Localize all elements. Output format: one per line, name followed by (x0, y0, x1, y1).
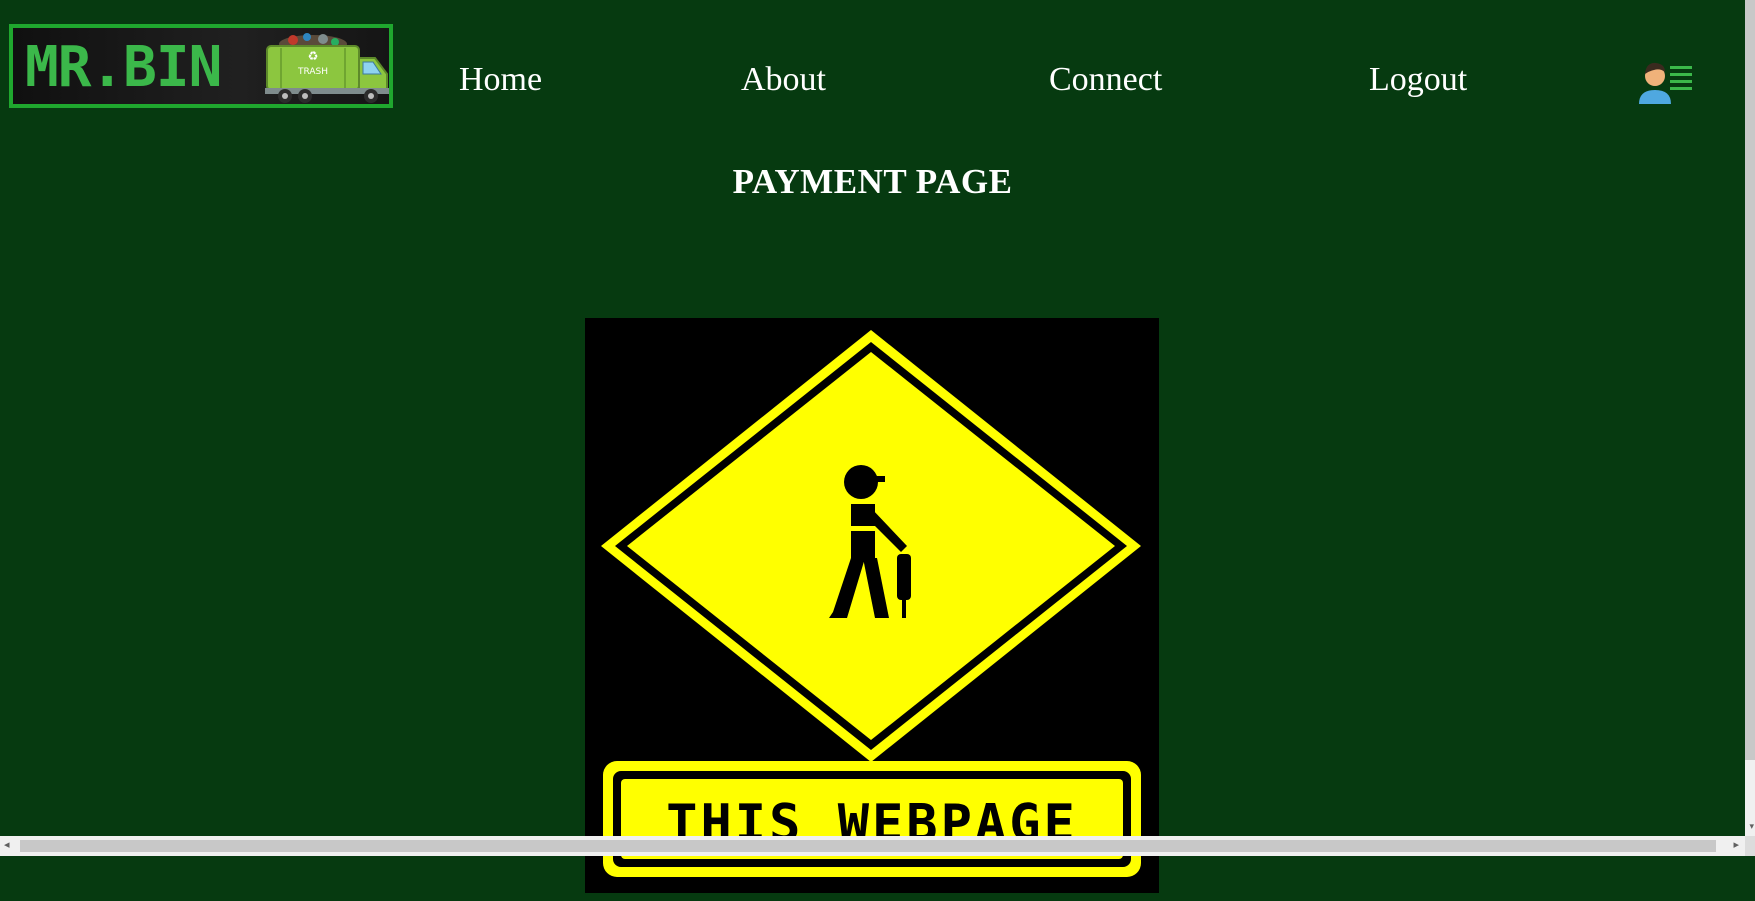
vertical-scrollbar-thumb[interactable] (1745, 0, 1755, 760)
truck-label: TRASH (297, 67, 328, 77)
garbage-truck-icon: ♻ TRASH (265, 33, 389, 103)
scroll-right-arrow-icon[interactable]: ▸ (1733, 838, 1739, 851)
vertical-scrollbar[interactable]: ▾ (1745, 0, 1755, 836)
nav-connect[interactable]: Connect (1049, 60, 1162, 100)
horizontal-scrollbar-thumb[interactable] (20, 840, 1716, 852)
construction-sign-icon: THIS WEBPAGE (601, 330, 1141, 877)
nav-home[interactable]: Home (459, 60, 542, 100)
under-construction-image: THIS WEBPAGE (585, 318, 1159, 893)
scroll-left-arrow-icon[interactable]: ◂ (4, 838, 10, 851)
horizontal-scrollbar[interactable]: ◂ ▸ (0, 836, 1745, 856)
scrollbar-corner (1745, 836, 1755, 856)
page-title: PAYMENT PAGE (732, 162, 1013, 201)
scroll-down-arrow-icon[interactable]: ▾ (1749, 822, 1754, 832)
logo-text: MR.BIN (25, 35, 222, 100)
user-menu-button[interactable] (1636, 56, 1698, 106)
user-menu-icon (1639, 62, 1692, 104)
site-logo[interactable]: MR.BIN ♻ TRASH (9, 24, 393, 108)
nav-about[interactable]: About (741, 60, 826, 100)
svg-text:♻: ♻ (308, 49, 319, 63)
nav-logout[interactable]: Logout (1369, 60, 1467, 100)
page: MR.BIN ♻ TRASH Home About Connect Logout… (0, 0, 1755, 901)
